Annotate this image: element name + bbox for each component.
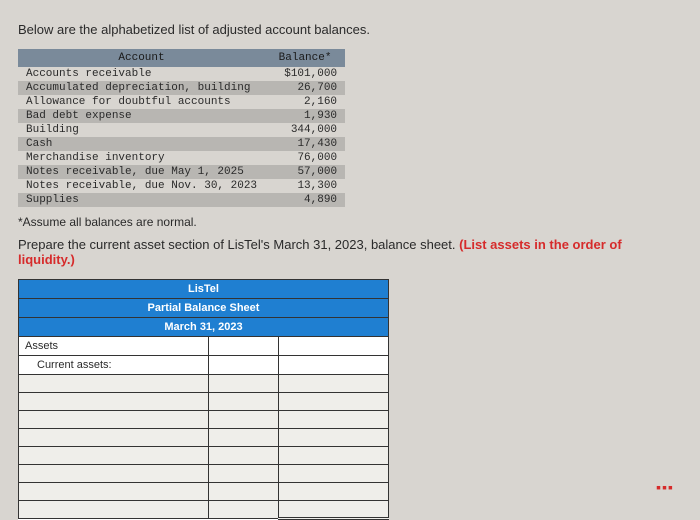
balance-row-value: 344,000 (265, 123, 345, 137)
balance-row-label: Building (18, 123, 265, 137)
intro-text: Below are the alphabetized list of adjus… (18, 22, 682, 37)
balance-row-value: 57,000 (265, 165, 345, 179)
worksheet-cell[interactable] (279, 356, 389, 375)
balance-row-value: 26,700 (265, 81, 345, 95)
worksheet-input-label[interactable] (19, 375, 209, 393)
balance-row-value: 1,930 (265, 109, 345, 123)
worksheet-title-date: March 31, 2023 (19, 318, 389, 337)
balance-row-label: Notes receivable, due Nov. 30, 2023 (18, 179, 265, 193)
worksheet-row-assets: Assets (19, 337, 209, 356)
worksheet-input-cell[interactable] (209, 501, 279, 519)
worksheet-input-label[interactable] (19, 447, 209, 465)
worksheet-input-label[interactable] (19, 393, 209, 411)
balances-header-balance: Balance* (265, 49, 345, 67)
worksheet-input-cell[interactable] (209, 465, 279, 483)
worksheet-input-cell[interactable] (279, 393, 389, 411)
balance-row-value: $101,000 (265, 67, 345, 81)
balance-row-value: 2,160 (265, 95, 345, 109)
worksheet-input-cell[interactable] (279, 465, 389, 483)
worksheet-input-cell[interactable] (209, 429, 279, 447)
worksheet-input-cell[interactable] (279, 411, 389, 429)
balance-row-value: 13,300 (265, 179, 345, 193)
worksheet-input-label[interactable] (19, 429, 209, 447)
worksheet-input-label[interactable] (19, 465, 209, 483)
worksheet-input-cell[interactable] (279, 447, 389, 465)
worksheet-cell[interactable] (279, 337, 389, 356)
worksheet-input-cell[interactable] (209, 447, 279, 465)
worksheet-input-label[interactable] (19, 483, 209, 501)
worksheet-cell[interactable] (209, 356, 279, 375)
worksheet-table: LisTel Partial Balance Sheet March 31, 2… (18, 279, 389, 520)
balance-row-label: Merchandise inventory (18, 151, 265, 165)
worksheet-input-cell[interactable] (279, 429, 389, 447)
worksheet-title-company: LisTel (19, 280, 389, 299)
balance-row-label: Cash (18, 137, 265, 151)
balance-row-label: Accounts receivable (18, 67, 265, 81)
worksheet-row-current: Current assets: (19, 356, 209, 375)
balance-row-label: Allowance for doubtful accounts (18, 95, 265, 109)
balance-row-label: Notes receivable, due May 1, 2025 (18, 165, 265, 179)
worksheet-cell[interactable] (209, 337, 279, 356)
worksheet-input-label[interactable] (19, 411, 209, 429)
worksheet-input-cell[interactable] (209, 483, 279, 501)
worksheet-input-cell[interactable] (209, 393, 279, 411)
worksheet-input-label[interactable] (19, 501, 209, 519)
worksheet-title-statement: Partial Balance Sheet (19, 299, 389, 318)
instruction-text: Prepare the current asset section of Lis… (18, 237, 682, 267)
balances-table: Account Balance* Accounts receivable$101… (18, 49, 345, 207)
balances-header-account: Account (18, 49, 265, 67)
instruction-pre: Prepare the current asset section of Lis… (18, 237, 459, 252)
worksheet-input-cell[interactable] (209, 411, 279, 429)
balance-row-label: Accumulated depreciation, building (18, 81, 265, 95)
worksheet-input-cell[interactable] (279, 483, 389, 501)
worksheet-input-cell[interactable] (279, 501, 389, 519)
balance-row-value: 17,430 (265, 137, 345, 151)
footnote-text: *Assume all balances are normal. (18, 215, 682, 229)
balance-row-value: 76,000 (265, 151, 345, 165)
balance-row-value: 4,890 (265, 193, 345, 207)
ellipsis-icon: ▪▪▪ (656, 479, 674, 495)
balance-row-label: Supplies (18, 193, 265, 207)
worksheet-input-cell[interactable] (209, 375, 279, 393)
balance-row-label: Bad debt expense (18, 109, 265, 123)
worksheet-input-cell[interactable] (279, 375, 389, 393)
